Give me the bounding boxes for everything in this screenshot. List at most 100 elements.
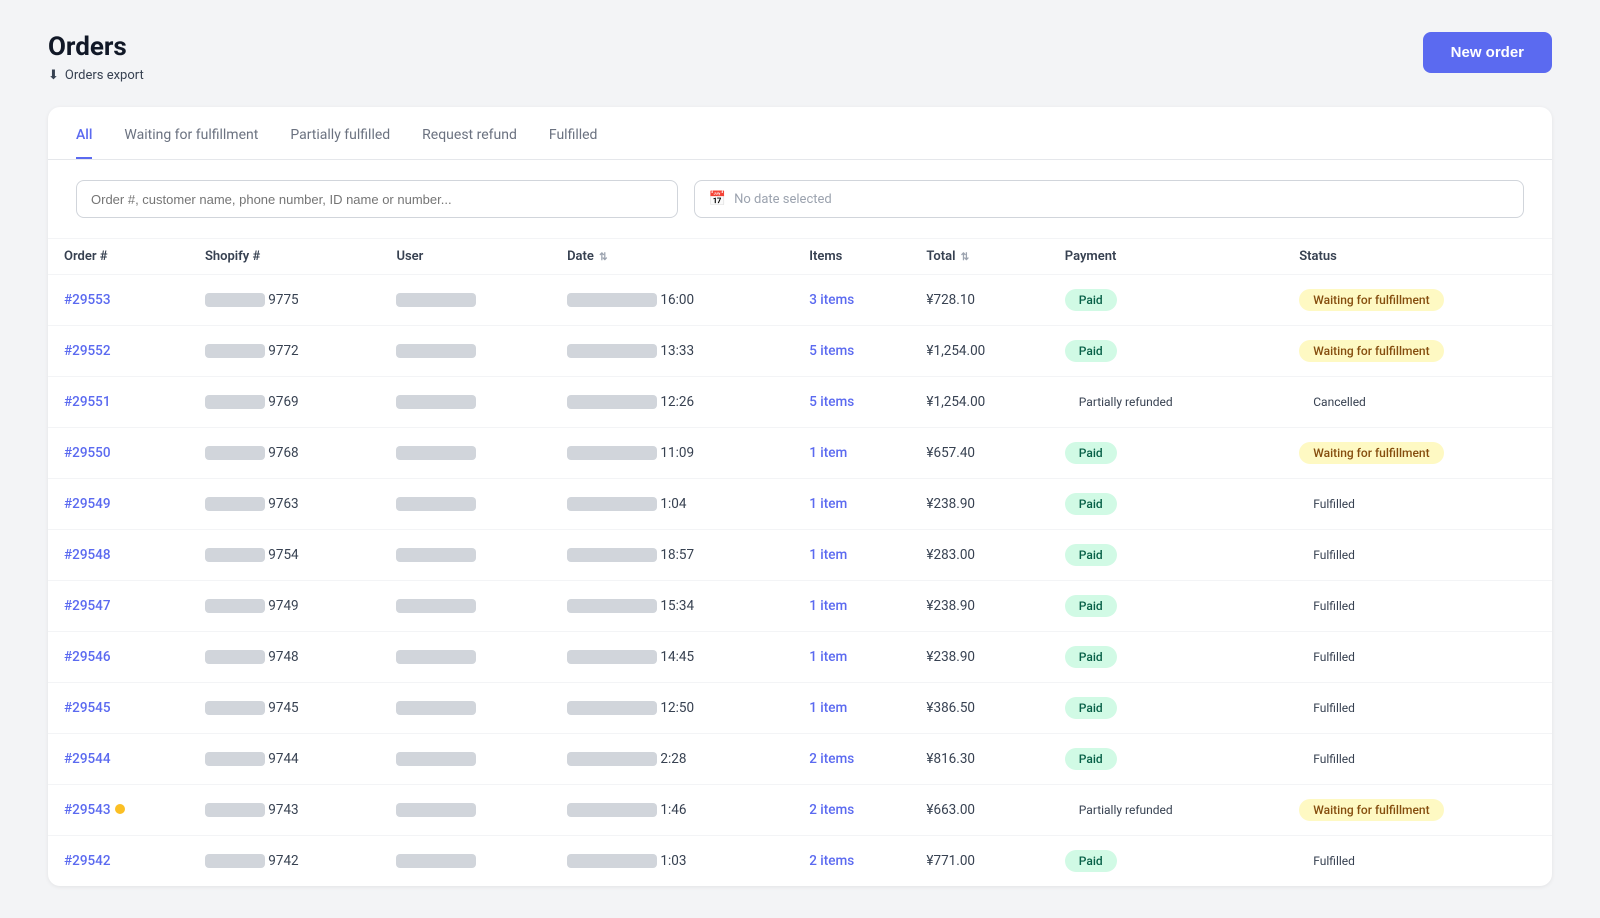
col-total[interactable]: Total ⇅ bbox=[910, 239, 1048, 275]
order-number-cell: #29552 bbox=[48, 326, 189, 377]
order-link[interactable]: #29552 bbox=[64, 343, 111, 359]
blurred-shopify-prefix bbox=[205, 650, 265, 664]
user-cell bbox=[380, 632, 551, 683]
total-cell: ¥1,254.00 bbox=[910, 326, 1048, 377]
order-link[interactable]: #29545 bbox=[64, 700, 111, 716]
tab-all[interactable]: All bbox=[76, 127, 92, 159]
items-link[interactable]: 5 items bbox=[809, 394, 854, 410]
blurred-date bbox=[567, 701, 657, 715]
shopify-cell: 9775 bbox=[189, 275, 381, 326]
col-date[interactable]: Date ⇅ bbox=[551, 239, 793, 275]
user-cell bbox=[380, 275, 551, 326]
date-picker[interactable]: 📅 No date selected bbox=[694, 180, 1524, 218]
user-cell bbox=[380, 836, 551, 887]
total-cell: ¥728.10 bbox=[910, 275, 1048, 326]
order-link[interactable]: #29544 bbox=[64, 751, 111, 767]
items-link[interactable]: 1 item bbox=[809, 445, 847, 461]
payment-badge: Paid bbox=[1065, 493, 1117, 515]
col-status: Status bbox=[1283, 239, 1552, 275]
payment-cell: Paid bbox=[1049, 428, 1283, 479]
items-link[interactable]: 1 item bbox=[809, 496, 847, 512]
col-payment: Payment bbox=[1049, 239, 1283, 275]
table-row[interactable]: #29542 9742 1:032 items¥771.00PaidFulfil… bbox=[48, 836, 1552, 887]
blurred-shopify-prefix bbox=[205, 752, 265, 766]
table-row[interactable]: #29551 9769 12:265 items¥1,254.00Partial… bbox=[48, 377, 1552, 428]
status-cell: Waiting for fulfillment bbox=[1283, 785, 1552, 836]
payment-badge: Paid bbox=[1065, 289, 1117, 311]
items-link[interactable]: 1 item bbox=[809, 649, 847, 665]
order-link[interactable]: #29549 bbox=[64, 496, 111, 512]
status-cell: Waiting for fulfillment bbox=[1283, 428, 1552, 479]
shopify-cell: 9763 bbox=[189, 479, 381, 530]
blurred-user bbox=[396, 599, 476, 613]
items-link[interactable]: 1 item bbox=[809, 700, 847, 716]
order-link[interactable]: #29543 bbox=[64, 802, 111, 818]
date-cell: 1:46 bbox=[551, 785, 793, 836]
download-icon: ⬇ bbox=[48, 68, 59, 83]
table-row[interactable]: #29553 9775 16:003 items¥728.10PaidWaiti… bbox=[48, 275, 1552, 326]
table-header-row: Order # Shopify # User Date ⇅ Items Tota… bbox=[48, 239, 1552, 275]
items-link[interactable]: 5 items bbox=[809, 343, 854, 359]
tabs-container: All Waiting for fulfillment Partially fu… bbox=[48, 107, 1552, 160]
shopify-cell: 9769 bbox=[189, 377, 381, 428]
blurred-shopify-prefix bbox=[205, 497, 265, 511]
table-row[interactable]: #29547 9749 15:341 item¥238.90PaidFulfil… bbox=[48, 581, 1552, 632]
items-cell: 2 items bbox=[793, 785, 910, 836]
shopify-cell: 9772 bbox=[189, 326, 381, 377]
order-link[interactable]: #29553 bbox=[64, 292, 111, 308]
order-link[interactable]: #29551 bbox=[64, 394, 111, 410]
payment-cell: Paid bbox=[1049, 326, 1283, 377]
tab-waiting[interactable]: Waiting for fulfillment bbox=[124, 127, 258, 159]
status-cell: Waiting for fulfillment bbox=[1283, 275, 1552, 326]
table-row[interactable]: #29552 9772 13:335 items¥1,254.00PaidWai… bbox=[48, 326, 1552, 377]
items-link[interactable]: 3 items bbox=[809, 292, 854, 308]
tab-fulfilled[interactable]: Fulfilled bbox=[549, 127, 598, 159]
order-link[interactable]: #29542 bbox=[64, 853, 111, 869]
main-card: All Waiting for fulfillment Partially fu… bbox=[48, 107, 1552, 886]
blurred-date bbox=[567, 548, 657, 562]
user-cell bbox=[380, 428, 551, 479]
items-cell: 2 items bbox=[793, 836, 910, 887]
order-link[interactable]: #29548 bbox=[64, 547, 111, 563]
table-row[interactable]: #29546 9748 14:451 item¥238.90PaidFulfil… bbox=[48, 632, 1552, 683]
items-link[interactable]: 1 item bbox=[809, 598, 847, 614]
order-number-cell: #29548 bbox=[48, 530, 189, 581]
items-link[interactable]: 1 item bbox=[809, 547, 847, 563]
payment-badge: Paid bbox=[1065, 748, 1117, 770]
items-link[interactable]: 2 items bbox=[809, 853, 854, 869]
col-shopify: Shopify # bbox=[189, 239, 381, 275]
payment-cell: Partially refunded bbox=[1049, 377, 1283, 428]
status-badge: Fulfilled bbox=[1299, 748, 1369, 770]
table-row[interactable]: #29544 9744 2:282 items¥816.30PaidFulfil… bbox=[48, 734, 1552, 785]
order-number-cell: #29546 bbox=[48, 632, 189, 683]
order-link[interactable]: #29547 bbox=[64, 598, 111, 614]
items-link[interactable]: 2 items bbox=[809, 751, 854, 767]
table-row[interactable]: #29548 9754 18:571 item¥283.00PaidFulfil… bbox=[48, 530, 1552, 581]
search-input[interactable] bbox=[76, 180, 678, 218]
order-link[interactable]: #29550 bbox=[64, 445, 111, 461]
export-link[interactable]: ⬇ Orders export bbox=[48, 68, 144, 83]
items-link[interactable]: 2 items bbox=[809, 802, 854, 818]
shopify-cell: 9745 bbox=[189, 683, 381, 734]
payment-cell: Paid bbox=[1049, 530, 1283, 581]
tab-partial[interactable]: Partially fulfilled bbox=[290, 127, 390, 159]
blurred-shopify-prefix bbox=[205, 803, 265, 817]
tab-refund[interactable]: Request refund bbox=[422, 127, 517, 159]
order-link[interactable]: #29546 bbox=[64, 649, 111, 665]
table-row[interactable]: #29550 9768 11:091 item¥657.40PaidWaitin… bbox=[48, 428, 1552, 479]
payment-badge: Paid bbox=[1065, 340, 1117, 362]
table-row[interactable]: #29545 9745 12:501 item¥386.50PaidFulfil… bbox=[48, 683, 1552, 734]
total-cell: ¥238.90 bbox=[910, 479, 1048, 530]
page-title: Orders bbox=[48, 32, 144, 62]
items-cell: 1 item bbox=[793, 479, 910, 530]
new-order-button[interactable]: New order bbox=[1423, 32, 1552, 73]
order-number-cell: #29549 bbox=[48, 479, 189, 530]
status-badge: Waiting for fulfillment bbox=[1299, 442, 1443, 464]
table-row[interactable]: #29543 9743 1:462 items¥663.00Partially … bbox=[48, 785, 1552, 836]
table-row[interactable]: #29549 9763 1:041 item¥238.90PaidFulfill… bbox=[48, 479, 1552, 530]
date-cell: 12:26 bbox=[551, 377, 793, 428]
total-cell: ¥657.40 bbox=[910, 428, 1048, 479]
shopify-cell: 9748 bbox=[189, 632, 381, 683]
status-cell: Fulfilled bbox=[1283, 479, 1552, 530]
order-number-cell: #29542 bbox=[48, 836, 189, 887]
